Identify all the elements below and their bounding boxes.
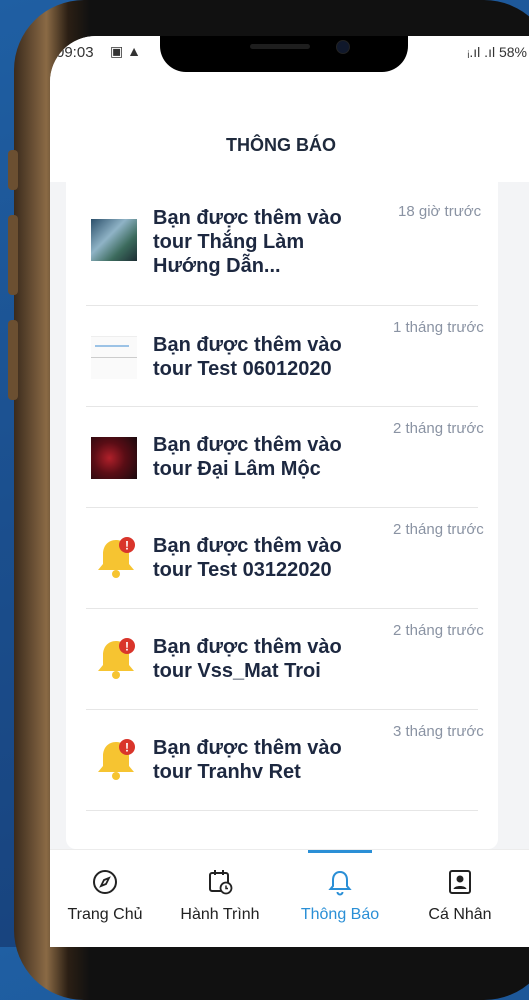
notification-list: Bạn được thêm vào tour Thắng Làm Hướng D…	[66, 164, 498, 849]
notification-time: 3 tháng trước	[393, 723, 484, 740]
notification-time: 2 tháng trước	[393, 521, 484, 538]
nav-itinerary-label: Hành Trình	[180, 906, 260, 923]
app-screen: 09:03 ▣ ▲ ᵢ.ıl .ıl 58% THÔNG BÁO Bạn đượ…	[50, 36, 529, 947]
badge-text: !	[125, 640, 129, 654]
signal-icon: ᵢ.ıl .ıl	[467, 44, 496, 60]
notification-text: Bạn được thêm vào tour Tranhv Ret	[153, 737, 342, 783]
tour-thumbnail	[91, 336, 137, 379]
notification-text: Bạn được thêm vào tour Vss_Mat Troi	[153, 636, 342, 682]
notification-time: 1 tháng trước	[393, 319, 484, 336]
compass-icon	[93, 870, 117, 894]
nav-notifications[interactable]: Thông Báo	[285, 868, 395, 924]
badge-text: !	[125, 539, 129, 553]
notification-time: 2 tháng trước	[393, 420, 484, 437]
nav-home-label: Trang Chủ	[67, 906, 143, 923]
tour-thumbnail	[91, 437, 137, 479]
bottom-nav: Trang Chủ Hành Trình Thông Báo Cá Nhân	[50, 849, 529, 947]
badge-text: !	[125, 741, 129, 755]
calendar-clock-icon	[209, 870, 233, 895]
notification-text: Bạn được thêm vào tour Test 06012020	[153, 334, 342, 380]
status-notification-icons: ▣ ▲	[110, 43, 141, 59]
nav-profile[interactable]: Cá Nhân	[405, 868, 515, 924]
nav-itinerary[interactable]: Hành Trình	[165, 868, 275, 924]
notification-time: 2 tháng trước	[393, 622, 484, 639]
nav-profile-label: Cá Nhân	[428, 906, 492, 923]
page-title: THÔNG BÁO	[226, 135, 336, 155]
nav-notifications-label: Thông Báo	[300, 906, 380, 923]
notification-item[interactable]: ! Bạn được thêm vào tour Tranhv Ret 3 th…	[86, 710, 484, 811]
notification-item[interactable]: ! Bạn được thêm vào tour Vss_Mat Troi 2 …	[86, 609, 484, 710]
phone-side-button	[8, 150, 18, 190]
phone-notch	[160, 36, 408, 72]
notification-item[interactable]: Bạn được thêm vào tour Đại Lâm Mộc 2 thá…	[86, 407, 484, 508]
notification-item[interactable]: Bạn được thêm vào tour Thắng Làm Hướng D…	[86, 174, 481, 306]
bell-icon: !	[98, 739, 135, 780]
tour-thumbnail	[91, 219, 137, 261]
status-right: ᵢ.ıl .ıl 58%	[467, 44, 527, 60]
notification-time: 18 giờ trước	[398, 203, 482, 220]
speaker-grille	[250, 44, 310, 49]
bell-icon: !	[98, 638, 135, 679]
battery-percent: 58%	[498, 44, 527, 60]
notification-item[interactable]: Bạn được thêm vào tour Test 06012020 1 t…	[86, 306, 484, 407]
nav-home[interactable]: Trang Chủ	[50, 868, 160, 924]
notification-item[interactable]: ! Bạn được thêm vào tour Test 03122020 2…	[86, 508, 484, 609]
phone-volume-up-button	[8, 215, 18, 295]
phone-volume-down-button	[8, 320, 18, 400]
notification-text: Bạn được thêm vào tour Đại Lâm Mộc	[153, 434, 342, 480]
user-card-icon	[449, 870, 471, 894]
notification-text: Bạn được thêm vào tour Thắng Làm Hướng D…	[153, 207, 342, 277]
active-tab-indicator	[308, 850, 372, 853]
front-camera	[336, 40, 350, 54]
notification-text: Bạn được thêm vào tour Test 03122020	[153, 535, 342, 581]
bell-icon: !	[98, 537, 135, 578]
status-time: 09:03	[56, 44, 94, 61]
bell-outline-icon	[328, 870, 352, 896]
